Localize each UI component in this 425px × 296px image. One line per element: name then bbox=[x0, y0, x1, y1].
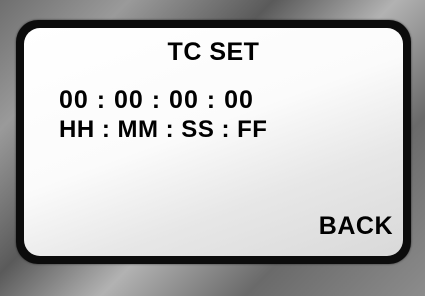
timecode-value[interactable]: 00 : 00 : 00 : 00 bbox=[59, 86, 254, 115]
screen-title: TC SET bbox=[167, 38, 260, 66]
back-button[interactable]: BACK bbox=[319, 212, 393, 241]
timecode-format-label: HH : MM : SS : FF bbox=[59, 116, 268, 143]
device-frame: TC SET 00 : 00 : 00 : 00 HH : MM : SS : … bbox=[0, 0, 425, 296]
display-screen: TC SET 00 : 00 : 00 : 00 HH : MM : SS : … bbox=[24, 28, 403, 256]
